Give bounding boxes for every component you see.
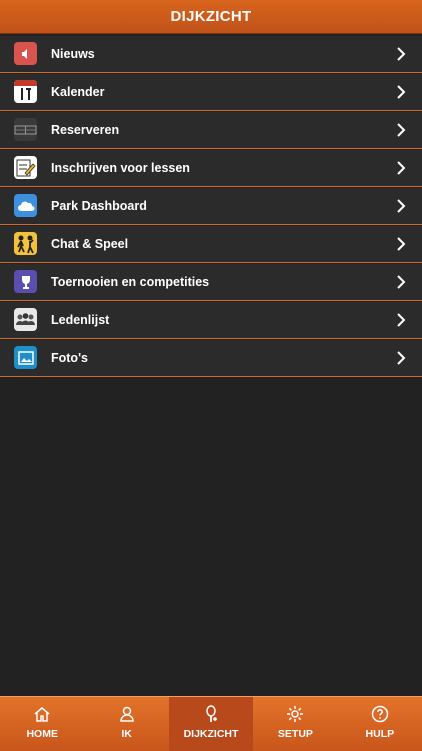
players-icon [14, 232, 37, 255]
racket-icon [206, 705, 217, 722]
chevron-right-icon [397, 85, 406, 99]
menu-item-toernooien[interactable]: Toernooien en competities [0, 264, 422, 301]
tab-label: DIJKZICHT [183, 728, 239, 740]
tab-setup[interactable]: SETUP [253, 697, 337, 751]
chevron-right-icon [397, 313, 406, 327]
tab-hulp[interactable]: HULP [338, 697, 422, 751]
main-menu: Nieuws Kalender Reserveren Inschrijven v… [0, 36, 422, 378]
calendar-icon [14, 80, 37, 103]
menu-item-label: Foto's [51, 351, 88, 365]
menu-item-nieuws[interactable]: Nieuws [0, 36, 422, 73]
menu-item-ledenlijst[interactable]: Ledenlijst [0, 302, 422, 339]
menu-item-park-dashboard[interactable]: Park Dashboard [0, 188, 422, 225]
menu-item-label: Chat & Speel [51, 237, 129, 251]
menu-item-label: Kalender [51, 85, 105, 99]
menu-item-label: Reserveren [51, 123, 120, 137]
chevron-right-icon [397, 161, 406, 175]
menu-item-chat-speel[interactable]: Chat & Speel [0, 226, 422, 263]
page-title: DIJKZICHT [170, 8, 252, 25]
user-icon [119, 706, 134, 722]
pen-paper-icon [14, 156, 37, 179]
chevron-right-icon [397, 123, 406, 137]
chevron-right-icon [397, 199, 406, 213]
tab-label: HULP [365, 728, 395, 740]
bottom-tab-bar: HOME IK DIJKZICHT SETUP HULP [0, 696, 422, 751]
menu-item-label: Toernooien en competities [51, 275, 210, 289]
tab-label: HOME [26, 728, 58, 740]
members-icon [14, 308, 37, 331]
chevron-right-icon [397, 275, 406, 289]
home-icon [34, 707, 50, 722]
chevron-right-icon [397, 351, 406, 365]
menu-item-reserveren[interactable]: Reserveren [0, 112, 422, 149]
tab-label: SETUP [277, 728, 313, 740]
menu-item-label: Nieuws [51, 47, 95, 61]
trophy-icon [14, 270, 37, 293]
chevron-right-icon [397, 237, 406, 251]
chevron-right-icon [397, 47, 406, 61]
gear-icon [287, 706, 304, 722]
speaker-icon [14, 42, 37, 65]
app-header: DIJKZICHT [0, 0, 422, 34]
tab-ik[interactable]: IK [84, 697, 168, 751]
menu-item-inschrijven[interactable]: Inschrijven voor lessen [0, 150, 422, 187]
help-icon [371, 705, 389, 723]
tab-dijkzicht[interactable]: DIJKZICHT [168, 697, 254, 751]
menu-item-fotos[interactable]: Foto's [0, 340, 422, 377]
court-grid-icon [14, 118, 37, 141]
menu-item-label: Park Dashboard [51, 199, 147, 213]
menu-item-label: Ledenlijst [51, 313, 110, 327]
cloud-icon [14, 194, 37, 217]
tab-label: IK [121, 728, 132, 740]
menu-item-label: Inschrijven voor lessen [51, 161, 190, 175]
photo-icon [14, 346, 37, 369]
menu-item-kalender[interactable]: Kalender [0, 74, 422, 111]
tab-home[interactable]: HOME [0, 697, 84, 751]
